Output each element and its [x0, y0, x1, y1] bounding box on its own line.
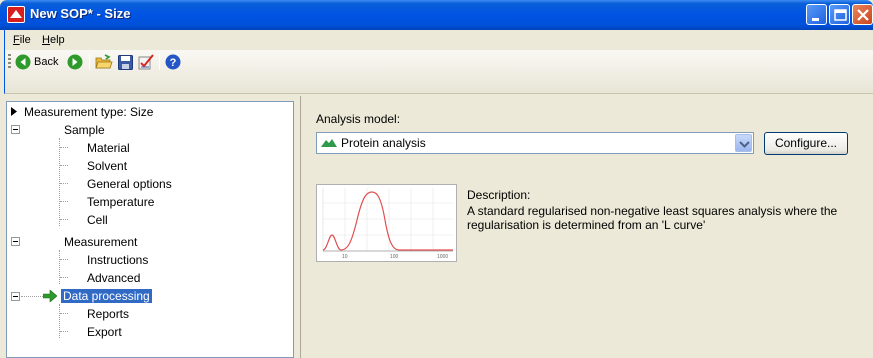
description-text: A standard regularised non-negative leas… [467, 204, 838, 232]
toolbar-grip[interactable] [8, 54, 11, 70]
tree-guide-line [60, 147, 68, 148]
description-block: Description: A standard regularised non-… [467, 188, 857, 232]
tree-item-general-options[interactable]: General options [87, 177, 172, 191]
tree-guide-line [59, 250, 60, 284]
menu-help-mnemonic: H [42, 34, 50, 46]
tree-item-reports[interactable]: Reports [87, 307, 129, 321]
distribution-thumbnail: 10 100 1000 [316, 184, 457, 262]
tree-expander-sample[interactable] [11, 125, 20, 134]
tree-item-advanced[interactable]: Advanced [87, 271, 140, 285]
help-button[interactable]: ? [165, 53, 181, 71]
tree-item-cell[interactable]: Cell [87, 213, 108, 227]
tree-item-sample[interactable]: Sample [64, 123, 105, 137]
description-label: Description: [467, 188, 531, 202]
close-icon [857, 9, 869, 21]
tree-guide-line [60, 313, 68, 314]
tree-guide-line [60, 165, 68, 166]
menu-help-rest: elp [49, 34, 65, 46]
tree-item-instructions[interactable]: Instructions [87, 253, 148, 267]
analysis-model-value: Protein analysis [341, 136, 426, 150]
tree-guide-line [60, 277, 68, 278]
maximize-icon [834, 9, 847, 21]
tree-guide-line [60, 201, 68, 202]
tree-item-solvent[interactable]: Solvent [87, 159, 127, 173]
maximize-button[interactable] [829, 4, 850, 25]
help-icon: ? [165, 54, 181, 70]
size-distribution-chart-icon: 10 100 1000 [322, 188, 453, 260]
sop-tree: Measurement type: Size Sample Material S… [6, 101, 294, 358]
tree-guide-line [21, 296, 45, 297]
collapse-arrow-icon[interactable] [11, 107, 17, 116]
close-button[interactable] [852, 4, 873, 25]
toolbar: Back ? [4, 50, 873, 94]
forward-button[interactable] [67, 53, 83, 71]
tree-expander-data-processing[interactable] [11, 292, 20, 301]
save-disk-icon [118, 54, 133, 70]
configure-button[interactable]: Configure... [764, 132, 848, 155]
tree-guide-line [60, 331, 68, 332]
current-step-arrow-icon [43, 290, 57, 302]
menu-file-mnemonic: F [13, 34, 20, 46]
tree-item-data-processing[interactable]: Data processing [61, 289, 152, 303]
tree-item-measurement[interactable]: Measurement [64, 235, 137, 249]
menu-bar: File Help [4, 30, 873, 50]
toolbar-separator [159, 54, 160, 70]
open-folder-icon [95, 54, 113, 69]
save-button[interactable] [118, 53, 133, 71]
tree-item-temperature[interactable]: Temperature [87, 195, 154, 209]
tick-1000: 1000 [437, 254, 448, 260]
window-title: New SOP* - Size [30, 6, 131, 21]
tree-guide-line [60, 183, 68, 184]
menu-file[interactable]: File [13, 34, 31, 46]
edit-check-icon [138, 54, 154, 70]
tree-guide-line [59, 304, 60, 338]
back-label: Back [34, 56, 59, 68]
tree-guide-line [59, 138, 60, 226]
analysis-model-dropdown[interactable]: Protein analysis [316, 132, 754, 154]
tree-item-material[interactable]: Material [87, 141, 130, 155]
tree-item-measurement-type[interactable]: Measurement type: Size [24, 105, 153, 119]
svg-text:?: ? [170, 57, 177, 69]
dropdown-button[interactable] [735, 134, 752, 152]
tick-100: 100 [390, 254, 399, 260]
tree-guide-line [60, 259, 68, 260]
menu-help[interactable]: Help [42, 34, 65, 46]
edit-button[interactable] [138, 53, 154, 71]
menu-file-rest: ile [19, 34, 31, 46]
analysis-model-label: Analysis model: [316, 112, 401, 126]
chevron-down-icon [739, 141, 750, 148]
forward-arrow-icon [67, 54, 83, 70]
toolbar-separator [89, 54, 90, 70]
tree-item-export[interactable]: Export [87, 325, 122, 339]
back-arrow-icon [15, 54, 31, 70]
protein-peak-icon [321, 139, 337, 147]
title-bar[interactable]: New SOP* - Size [0, 0, 873, 30]
tree-guide-line [60, 219, 68, 220]
minimize-icon [812, 18, 819, 21]
open-button[interactable] [95, 53, 113, 71]
analysis-panel: Analysis model: Protein analysis Configu… [300, 96, 873, 358]
back-button[interactable]: Back [15, 53, 58, 71]
tree-expander-measurement[interactable] [11, 237, 20, 246]
tick-10: 10 [342, 254, 348, 260]
minimize-button[interactable] [806, 4, 827, 25]
app-logo-icon [7, 6, 25, 23]
